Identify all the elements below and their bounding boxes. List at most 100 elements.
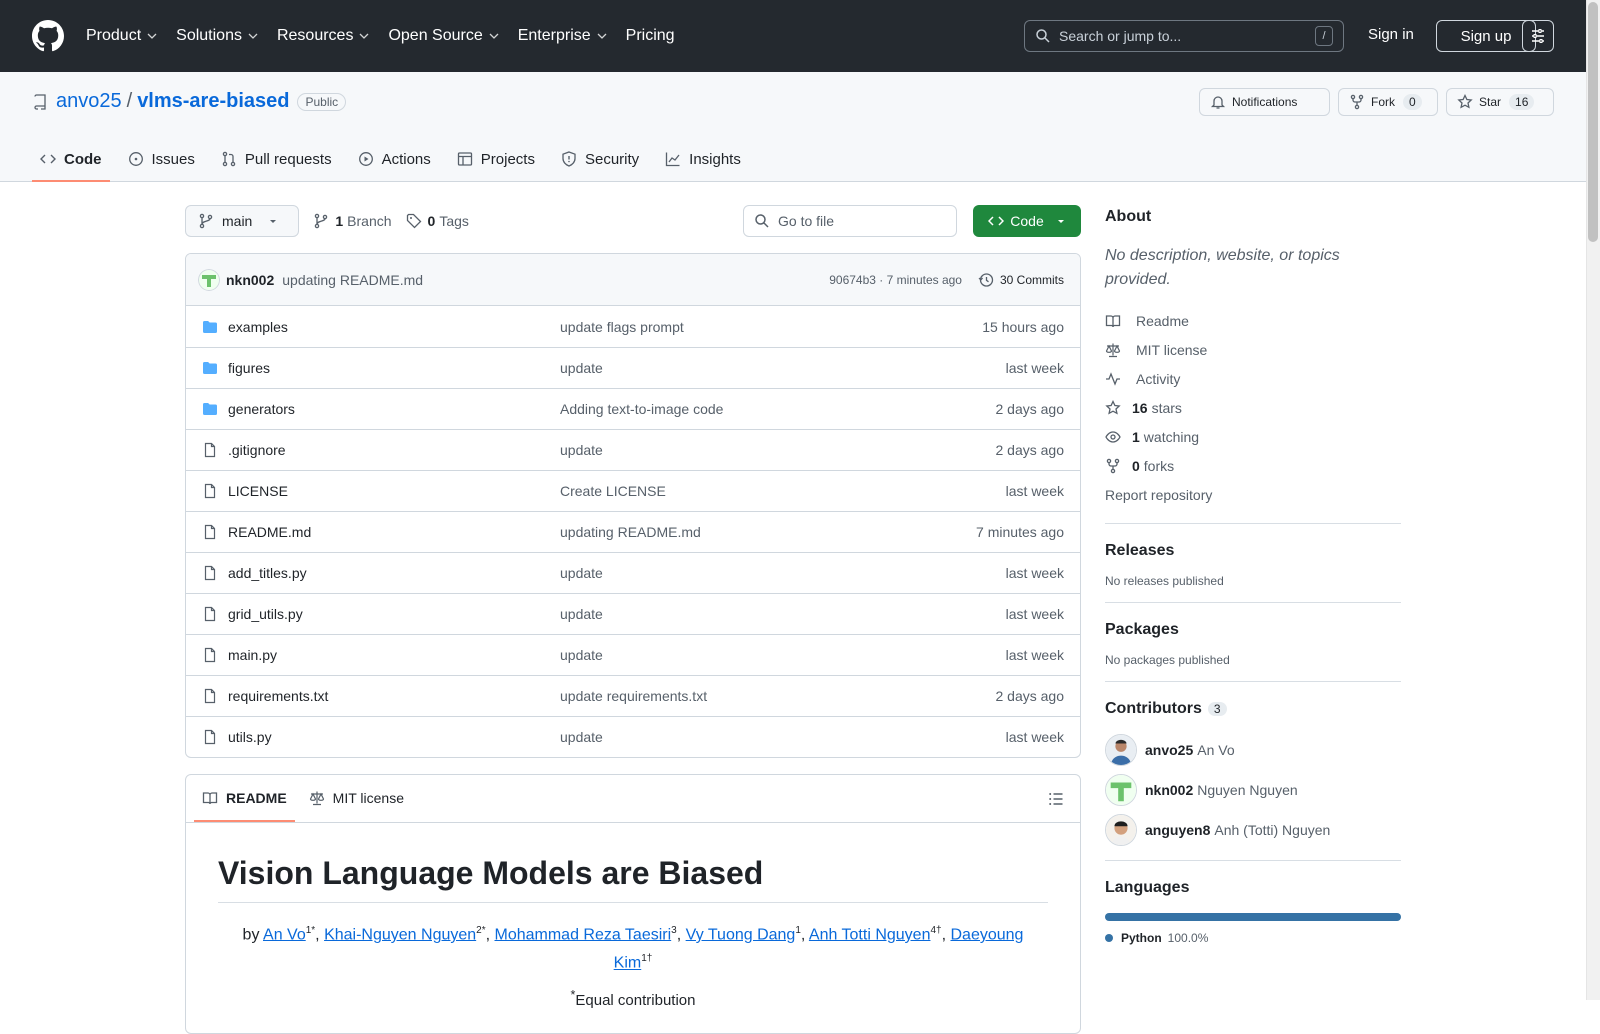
repo-name-link[interactable]: vlms-are-biased (137, 90, 289, 113)
eye-icon (1105, 430, 1121, 443)
code-button[interactable]: Code (973, 205, 1081, 237)
file-commit-message[interactable]: update flags prompt (560, 319, 982, 335)
file-row[interactable]: add_titles.py update last week (186, 552, 1080, 593)
contributor-item[interactable]: anguyen8 Anh (Totti) Nguyen (1105, 814, 1401, 846)
file-name-link[interactable]: main.py (228, 647, 560, 663)
nav-resources[interactable]: Resources (277, 27, 370, 45)
watchers-link[interactable]: 1 watching (1105, 422, 1401, 451)
file-name-link[interactable]: utils.py (228, 729, 560, 745)
file-commit-message[interactable]: update (560, 442, 996, 458)
go-to-file-input[interactable]: Go to file (743, 205, 957, 237)
nav-enterprise[interactable]: Enterprise (518, 27, 608, 45)
packages-heading[interactable]: Packages (1105, 621, 1401, 639)
tab-insights[interactable]: Insights (657, 138, 749, 182)
file-name-link[interactable]: grid_utils.py (228, 606, 560, 622)
file-row[interactable]: grid_utils.py update last week (186, 593, 1080, 634)
commit-message-link[interactable]: updating README.md (282, 272, 423, 288)
file-commit-message[interactable]: update (560, 606, 1006, 622)
notifications-button[interactable]: Notifications (1199, 88, 1330, 116)
branch-selector[interactable]: main (185, 205, 300, 237)
tab-pull-requests[interactable]: Pull requests (213, 138, 340, 182)
readme-link[interactable]: Readme (1105, 306, 1401, 335)
fork-icon (1350, 94, 1364, 110)
releases-heading[interactable]: Releases (1105, 542, 1401, 560)
file-name-link[interactable]: figures (228, 360, 560, 376)
nav-solutions[interactable]: Solutions (176, 27, 259, 45)
file-icon (204, 442, 216, 458)
avatar[interactable] (198, 268, 220, 291)
appearance-settings-button[interactable] (1522, 20, 1554, 52)
file-name-link[interactable]: .gitignore (228, 442, 560, 458)
author-link[interactable]: An Vo (263, 926, 306, 943)
tab-code[interactable]: Code (32, 138, 110, 182)
file-row[interactable]: figures update last week (186, 347, 1080, 388)
file-commit-message[interactable]: Adding text-to-image code (560, 401, 996, 417)
author-link[interactable]: Anh Totti Nguyen (809, 926, 931, 943)
file-row[interactable]: utils.py update last week (186, 716, 1080, 757)
file-row[interactable]: LICENSE Create LICENSE last week (186, 470, 1080, 511)
forks-link[interactable]: 0 forks (1105, 451, 1401, 480)
file-row[interactable]: requirements.txt update requirements.txt 2… (186, 675, 1080, 716)
file-row[interactable]: .gitignore update 2 days ago (186, 429, 1080, 470)
author-link[interactable]: Vy Tuong Dang (686, 926, 796, 943)
branches-link[interactable]: 1 Branch (313, 213, 392, 229)
caret-down-icon (270, 220, 277, 223)
file-name-link[interactable]: add_titles.py (228, 565, 560, 581)
nav-pricing[interactable]: Pricing (626, 27, 675, 45)
github-logo-icon[interactable] (32, 20, 64, 52)
contributor-item[interactable]: nkn002 Nguyen Nguyen (1105, 774, 1401, 806)
search-input[interactable]: Search or jump to... / (1024, 20, 1344, 52)
file-name-link[interactable]: LICENSE (228, 483, 560, 499)
activity-link[interactable]: Activity (1105, 364, 1401, 393)
contributors-heading[interactable]: Contributors 3 (1105, 700, 1401, 718)
commit-meta[interactable]: 90674b3 · 7 minutes ago (829, 273, 962, 287)
repo-owner-link[interactable]: anvo25 (56, 90, 122, 113)
file-row[interactable]: generators Adding text-to-image code 2 day… (186, 388, 1080, 429)
file-commit-message[interactable]: updating README.md (560, 524, 976, 540)
license-link[interactable]: MIT license (1105, 335, 1401, 364)
tags-link[interactable]: 0 Tags (406, 213, 469, 229)
book-icon (202, 791, 218, 804)
file-row[interactable]: main.py update last week (186, 634, 1080, 675)
tab-readme[interactable]: README (194, 775, 295, 822)
scrollbar-thumb[interactable] (1588, 2, 1598, 242)
file-name-link[interactable]: README.md (228, 524, 560, 540)
avatar[interactable] (1105, 774, 1137, 806)
sign-up-button[interactable]: Sign up (1436, 20, 1536, 52)
contributor-item[interactable]: anvo25 An Vo (1105, 734, 1401, 766)
star-button[interactable]: Star 16 (1446, 88, 1554, 116)
language-item[interactable]: Python 100.0% (1105, 931, 1401, 945)
repo-tabs: Code Issues Pull requests Actions Projec… (32, 138, 759, 182)
file-name-link[interactable]: generators (228, 401, 560, 417)
stars-link[interactable]: 16 stars (1105, 393, 1401, 422)
tab-projects[interactable]: Projects (449, 138, 543, 182)
tab-license[interactable]: MIT license (301, 775, 412, 822)
tab-actions[interactable]: Actions (350, 138, 439, 182)
file-commit-message[interactable]: Create LICENSE (560, 483, 1006, 499)
nav-open-source[interactable]: Open Source (388, 27, 499, 45)
sign-in-link[interactable]: Sign in (1368, 26, 1414, 43)
file-row[interactable]: README.md updating README.md 7 minutes ago (186, 511, 1080, 552)
file-commit-time: 7 minutes ago (976, 524, 1064, 540)
nav-product[interactable]: Product (86, 27, 158, 45)
commits-link[interactable]: 30 Commits (978, 272, 1064, 288)
list-unordered-icon (1049, 792, 1063, 805)
report-repository-link[interactable]: Report repository (1105, 480, 1401, 509)
commit-author-link[interactable]: nkn002 (226, 272, 274, 288)
outline-button[interactable] (1048, 775, 1072, 822)
avatar[interactable] (1105, 734, 1137, 766)
tab-issues[interactable]: Issues (120, 138, 203, 182)
file-commit-message[interactable]: update (560, 647, 1006, 663)
file-commit-message[interactable]: update (560, 729, 1006, 745)
file-commit-message[interactable]: update requirements.txt (560, 688, 996, 704)
author-link[interactable]: Khai-Nguyen Nguyen (324, 926, 476, 943)
avatar[interactable] (1105, 814, 1137, 846)
file-commit-message[interactable]: update (560, 565, 1006, 581)
tab-security[interactable]: Security (553, 138, 647, 182)
file-name-link[interactable]: requirements.txt (228, 688, 560, 704)
author-link[interactable]: Mohammad Reza Taesiri (495, 926, 672, 943)
fork-button[interactable]: Fork 0 (1338, 88, 1438, 116)
file-row[interactable]: examples update flags prompt 15 hours ago (186, 306, 1080, 347)
file-name-link[interactable]: examples (228, 319, 560, 335)
file-commit-message[interactable]: update (560, 360, 1006, 376)
